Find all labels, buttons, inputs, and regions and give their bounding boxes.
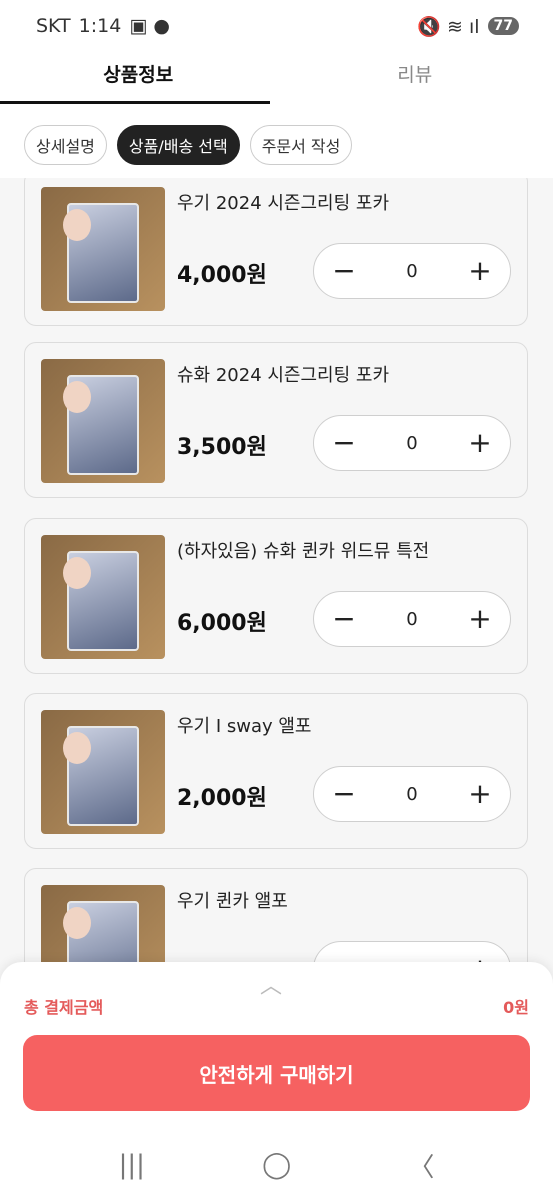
product-title: (하자있음) 슈화 퀸카 위드뮤 특전 [177,541,430,562]
product-price: 3,500원 [177,435,267,460]
buy-button[interactable]: 안전하게 구매하기 [23,1035,530,1111]
chip-order-form[interactable]: 주문서 작성 [249,125,353,165]
chip-product-shipping[interactable]: 상품/배송 선택 [116,125,240,165]
product-price: 4,000원 [177,263,267,288]
quantity-stepper: − 0 + [313,243,511,299]
section-chips: 상세설명 상품/배송 선택 주문서 작성 [0,112,553,178]
product-price: 6,000원 [177,611,267,636]
plus-icon[interactable]: + [468,257,492,285]
battery-level: 77 [487,17,519,35]
plus-icon[interactable]: + [468,780,492,808]
carrier-label: SKT [36,15,71,37]
minus-icon[interactable]: − [332,605,356,633]
tab-bar: 상품정보 리뷰 [0,52,553,104]
product-title: 슈화 2024 시즌그리팅 포카 [177,365,390,386]
product-price: 2,000원 [177,786,267,811]
total-value: 0원 [503,998,529,1017]
product-card: (하자있음) 슈화 퀸카 위드뮤 특전 6,000원 − 0 + [24,518,528,674]
home-icon[interactable]: ◯ [262,1150,291,1180]
system-nav-bar: ||| ◯ 〈 [0,1130,553,1200]
product-title: 우기 I sway 앨포 [177,716,312,737]
minus-icon[interactable]: − [332,780,356,808]
product-photo [41,359,165,483]
product-card: 우기 2024 시즌그리팅 포카 4,000원 − 0 + [24,178,528,326]
recent-apps-icon[interactable]: ||| [119,1150,145,1180]
status-right: 🔇 ≋ ıl 77 [417,15,519,38]
product-card: 우기 I sway 앨포 2,000원 − 0 + [24,693,528,849]
plus-icon[interactable]: + [468,605,492,633]
product-title: 우기 2024 시즌그리팅 포카 [177,193,390,214]
notification-icons: ▣ ● [129,15,170,37]
product-photo [41,710,165,834]
tab-product-info[interactable]: 상품정보 [0,52,277,104]
back-icon[interactable]: 〈 [408,1147,434,1184]
chip-details[interactable]: 상세설명 [24,125,107,165]
product-photo [41,535,165,659]
plus-icon[interactable]: + [468,429,492,457]
minus-icon[interactable]: − [332,429,356,457]
quantity-stepper: − 0 + [313,766,511,822]
quantity-value: 0 [406,260,418,282]
tab-reviews[interactable]: 리뷰 [277,52,553,104]
quantity-value: 0 [406,432,418,454]
status-bar: SKT 1:14 ▣ ● 🔇 ≋ ıl 77 [0,0,553,52]
quantity-stepper: − 0 + [313,591,511,647]
quantity-value: 0 [406,783,418,805]
quantity-stepper: − 0 + [313,415,511,471]
tab-active-indicator [0,101,270,104]
product-photo [41,187,165,311]
quantity-value: 0 [406,608,418,630]
minus-icon[interactable]: − [332,257,356,285]
product-title: 우기 퀸카 앨포 [177,891,288,912]
clock: 1:14 [78,15,122,37]
product-card: 슈화 2024 시즌그리팅 포카 3,500원 − 0 + [24,342,528,498]
status-left: SKT 1:14 ▣ ● [36,15,170,37]
total-label: 총 결제금액 [24,998,104,1017]
system-icons: 🔇 ≋ ıl [417,15,480,38]
expand-handle-icon[interactable]: ︿ [260,968,282,1000]
